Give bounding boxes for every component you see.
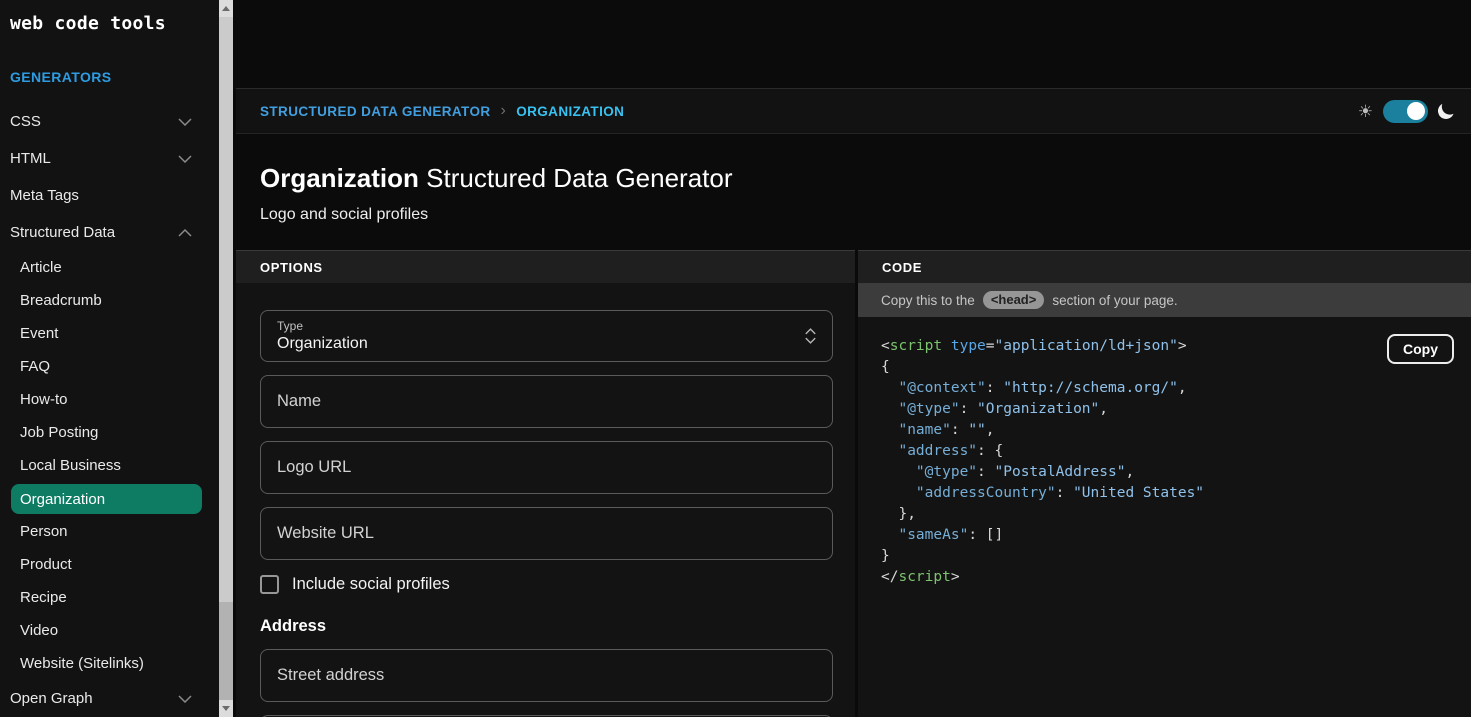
scrollbar-up-button[interactable] (219, 0, 233, 17)
sidebar-item-label: Meta Tags (10, 187, 79, 204)
include-social-profiles-label: Include social profiles (292, 575, 450, 594)
options-panel: OPTIONS Type Organization (236, 250, 855, 717)
type-select-label: Type (277, 319, 792, 333)
app-window: web code tools GENERATORS CSS HTML Meta … (0, 0, 1471, 717)
sidebar-item-event[interactable]: Event (0, 317, 219, 350)
street-address-input[interactable] (260, 649, 833, 702)
page-title-bold: Organization (260, 163, 419, 193)
sidebar: web code tools GENERATORS CSS HTML Meta … (0, 0, 219, 717)
page-subtitle: Logo and social profiles (260, 206, 1471, 224)
sidebar-item-faq[interactable]: FAQ (0, 350, 219, 383)
copy-hint-bar: Copy this to the <head> section of your … (858, 283, 1471, 317)
sidebar-item-html[interactable]: HTML (0, 140, 219, 177)
code-panel: CODE Copy this to the <head> section of … (858, 250, 1471, 717)
sidebar-item-label: Open Graph (10, 690, 93, 707)
triangle-down-icon (222, 706, 230, 711)
page-header: Organization Structured Data Generator L… (236, 134, 1471, 250)
chevron-up-icon (178, 229, 192, 237)
sidebar-item-website-sitelinks[interactable]: Website (Sitelinks) (0, 647, 219, 680)
sidebar-item-structured-data[interactable]: Structured Data (0, 214, 219, 251)
breadcrumb-parent-link[interactable]: STRUCTURED DATA GENERATOR (260, 104, 491, 119)
select-spinner-icon (805, 328, 816, 344)
app-logo[interactable]: web code tools (0, 0, 219, 34)
sidebar-item-product[interactable]: Product (0, 548, 219, 581)
sidebar-nav: CSS HTML Meta Tags Structured Data (0, 103, 219, 717)
sidebar-item-recipe[interactable]: Recipe (0, 581, 219, 614)
sidebar-item-label: HTML (10, 150, 51, 167)
sidebar-item-local-business[interactable]: Local Business (0, 449, 219, 482)
copy-hint-prefix: Copy this to the (881, 293, 975, 308)
chevron-down-icon (178, 118, 192, 126)
page-title: Organization Structured Data Generator (260, 163, 1471, 194)
sidebar-item-person[interactable]: Person (0, 515, 219, 548)
sidebar-item-open-graph[interactable]: Open Graph (0, 680, 219, 717)
code-panel-header: CODE (858, 250, 1471, 283)
copy-button[interactable]: Copy (1387, 334, 1454, 364)
chevron-down-icon (178, 155, 192, 163)
website-url-input[interactable] (260, 507, 833, 560)
theme-toggle-knob (1407, 102, 1425, 120)
breadcrumb-bar: STRUCTURED DATA GENERATOR › ORGANIZATION… (236, 88, 1471, 134)
sidebar-item-breadcrumb[interactable]: Breadcrumb (0, 284, 219, 317)
sidebar-item-article[interactable]: Article (0, 251, 219, 284)
include-social-profiles-row[interactable]: Include social profiles (260, 575, 833, 594)
options-panel-header: OPTIONS (236, 250, 855, 283)
generator-panels: OPTIONS Type Organization (236, 250, 1471, 717)
sidebar-item-job-posting[interactable]: Job Posting (0, 416, 219, 449)
sun-icon: ☀ (1358, 103, 1373, 120)
theme-controls: ☀ (1358, 100, 1454, 123)
sidebar-item-label: CSS (10, 113, 41, 130)
address-heading: Address (260, 617, 833, 636)
head-tag-badge: <head> (983, 291, 1045, 309)
name-input[interactable] (260, 375, 833, 428)
type-select[interactable]: Type Organization (260, 310, 833, 362)
moon-icon (1436, 101, 1456, 121)
scrollbar-thumb[interactable] (219, 17, 233, 602)
chevron-down-icon (178, 695, 192, 703)
logo-url-input[interactable] (260, 441, 833, 494)
sidebar-item-label: Structured Data (10, 224, 115, 241)
copy-hint-suffix: section of your page. (1052, 293, 1177, 308)
breadcrumb-current: ORGANIZATION (516, 104, 624, 119)
theme-toggle[interactable] (1383, 100, 1428, 123)
sidebar-item-css[interactable]: CSS (0, 103, 219, 140)
triangle-up-icon (222, 6, 230, 11)
code-body: <script type="application/ld+json">{ "@c… (858, 317, 1471, 588)
sidebar-item-how-to[interactable]: How-to (0, 383, 219, 416)
include-social-profiles-checkbox[interactable] (260, 575, 279, 594)
sidebar-section-generators: GENERATORS (0, 34, 219, 85)
scrollbar-down-button[interactable] (219, 700, 233, 717)
breadcrumb: STRUCTURED DATA GENERATOR › ORGANIZATION (260, 103, 624, 119)
breadcrumb-separator-icon: › (501, 103, 507, 119)
code-block: <script type="application/ld+json">{ "@c… (881, 336, 1471, 588)
sidebar-item-meta-tags[interactable]: Meta Tags (0, 177, 219, 214)
page-title-rest: Structured Data Generator (419, 163, 733, 193)
page-scrollbar[interactable] (219, 0, 233, 717)
sidebar-item-organization-selected[interactable]: Organization (11, 484, 202, 514)
options-form: Type Organization Include social profile… (236, 283, 855, 717)
main-content: STRUCTURED DATA GENERATOR › ORGANIZATION… (236, 0, 1471, 717)
type-select-value: Organization (277, 335, 792, 353)
sidebar-item-video[interactable]: Video (0, 614, 219, 647)
